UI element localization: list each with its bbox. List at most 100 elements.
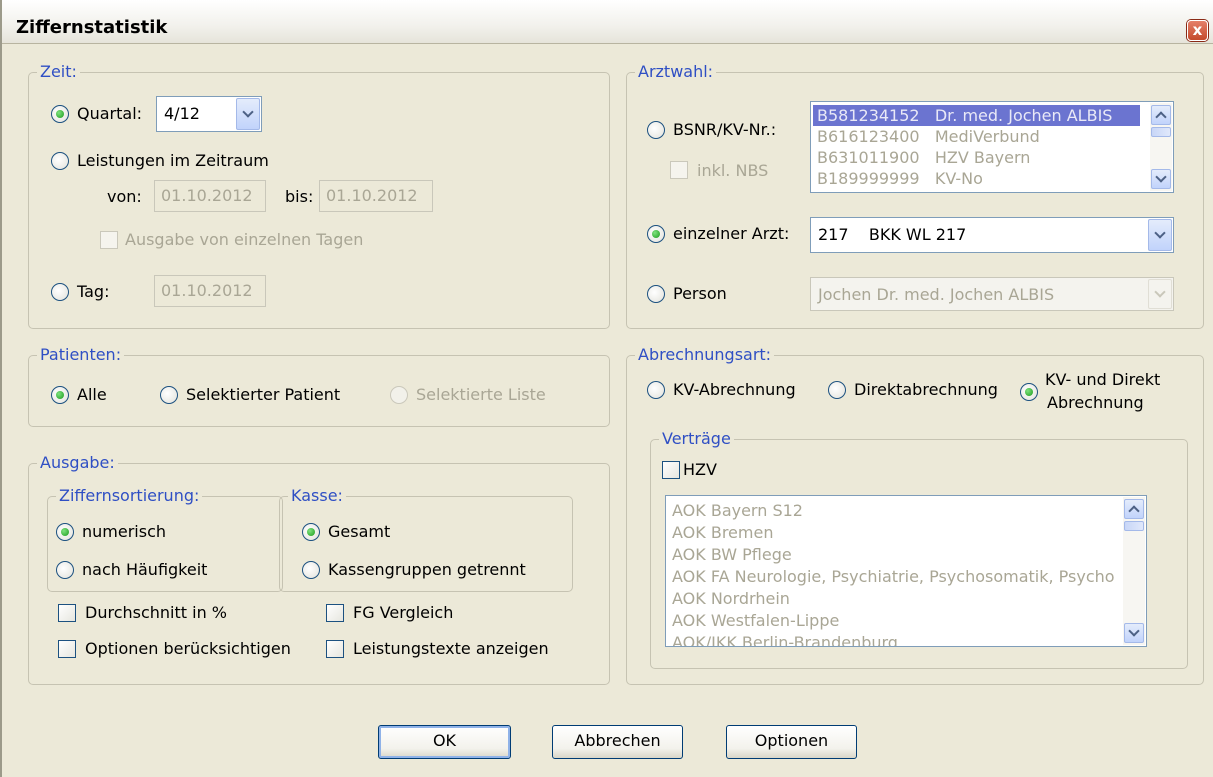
hzv-checkbox[interactable]	[662, 461, 680, 479]
vertrag-list-item[interactable]: AOK FA Neurologie, Psychiatrie, Psychoso…	[672, 566, 1115, 587]
direktabrechnung-radio[interactable]	[828, 381, 846, 399]
bsnr-label[interactable]: BSNR/KV-Nr.:	[673, 120, 776, 140]
bsnr-name: HZV Bayern	[934, 148, 1031, 167]
einzelner-arzt-label[interactable]: einzelner Arzt:	[673, 224, 789, 244]
optionen-button[interactable]: Optionen	[726, 725, 857, 759]
hzv-label[interactable]: HZV	[683, 460, 717, 480]
fg-vergleich-checkbox[interactable]	[326, 604, 344, 622]
einzelner-arzt-dropdown-button[interactable]	[1148, 219, 1172, 251]
leistungen-zeitraum-label[interactable]: Leistungen im Zeitraum	[77, 151, 269, 171]
zeit-group-label: Zeit:	[37, 61, 80, 83]
patienten-group-label: Patienten:	[37, 344, 125, 366]
bsnr-name: Dr. med. Jochen ALBIS	[934, 106, 1113, 125]
vertraege-scrollbar[interactable]	[1123, 497, 1145, 645]
vertrag-list-item[interactable]: AOK/IKK Berlin-Brandenburg	[672, 632, 898, 646]
person-label[interactable]: Person	[673, 284, 727, 304]
durchschnitt-label[interactable]: Durchschnitt in %	[85, 603, 227, 623]
fg-vergleich-label[interactable]: FG Vergleich	[353, 603, 453, 623]
abrechnungsart-group: Abrechnungsart: KV-Abrechnung Direktabre…	[626, 344, 1204, 685]
scroll-up-button[interactable]	[1124, 499, 1144, 519]
einzelner-arzt-radio[interactable]	[647, 225, 665, 243]
von-date-field[interactable]: 01.10.2012	[154, 180, 266, 212]
bis-date-field[interactable]: 01.10.2012	[319, 180, 433, 212]
vertrag-list-item[interactable]: AOK Nordrhein	[672, 588, 790, 609]
kassengruppen-label[interactable]: Kassengruppen getrennt	[328, 560, 526, 580]
optionen-beruecksichtigen-checkbox[interactable]	[58, 640, 76, 658]
vertraege-group: Verträge HZV AOK Bayern S12 AOK Bremen A…	[650, 428, 1188, 669]
scroll-thumb[interactable]	[1151, 127, 1171, 137]
scroll-up-button[interactable]	[1151, 105, 1171, 125]
selektierte-liste-radio[interactable]	[390, 386, 408, 404]
durchschnitt-checkbox[interactable]	[58, 604, 76, 622]
close-icon: x	[1192, 21, 1203, 39]
chevron-down-icon	[1128, 625, 1140, 637]
kv-abrechnung-label[interactable]: KV-Abrechnung	[673, 380, 796, 400]
bsnr-list-item[interactable]: B616123400 MediVerbund	[817, 126, 1040, 147]
ausgabe-group-label: Ausgabe:	[37, 452, 118, 474]
chevron-down-icon	[242, 106, 254, 118]
bsnr-code: B581234152	[817, 106, 920, 125]
bsnr-list-item[interactable]: B189999999 KV-No	[817, 168, 983, 189]
numerisch-label[interactable]: numerisch	[82, 522, 166, 542]
vertrag-list-item[interactable]: AOK Bremen	[672, 522, 773, 543]
bsnr-scrollbar[interactable]	[1150, 103, 1172, 191]
einzelner-arzt-dropdown[interactable]: 217 BKK WL 217	[810, 217, 1174, 253]
tag-radio[interactable]	[51, 283, 69, 301]
person-dropdown-button[interactable]	[1148, 279, 1172, 309]
gesamt-label[interactable]: Gesamt	[328, 522, 390, 542]
title-bar: Ziffernstatistik x	[2, 0, 1213, 44]
alle-label[interactable]: Alle	[77, 385, 107, 405]
person-radio[interactable]	[647, 285, 665, 303]
person-dropdown[interactable]: Jochen Dr. med. Jochen ALBIS	[810, 277, 1174, 311]
haeufigkeit-label[interactable]: nach Häufigkeit	[82, 560, 207, 580]
quartal-dropdown[interactable]: 4/12	[156, 96, 262, 132]
selektierter-patient-label[interactable]: Selektierter Patient	[186, 385, 340, 405]
kassengruppen-radio[interactable]	[302, 561, 320, 579]
scroll-down-button[interactable]	[1124, 623, 1144, 643]
vertraege-group-label: Verträge	[659, 428, 734, 450]
alle-radio[interactable]	[51, 386, 69, 404]
quartal-label[interactable]: Quartal:	[77, 104, 142, 124]
bsnr-list-item[interactable]: B581234152 Dr. med. Jochen ALBIS	[813, 105, 1140, 126]
tag-label[interactable]: Tag:	[77, 282, 109, 302]
chevron-down-icon	[1154, 286, 1166, 298]
optionen-beruecksichtigen-label[interactable]: Optionen berücksichtigen	[85, 639, 291, 659]
kasse-group: Kasse: Gesamt Kassengruppen getrennt	[279, 485, 573, 592]
kv-abrechnung-radio[interactable]	[647, 381, 665, 399]
scroll-down-button[interactable]	[1151, 169, 1171, 189]
direktabrechnung-label[interactable]: Direktabrechnung	[854, 380, 998, 400]
vertrag-list-item[interactable]: AOK BW Pflege	[672, 544, 792, 565]
scroll-thumb[interactable]	[1124, 521, 1144, 531]
ok-button[interactable]: OK	[378, 725, 511, 759]
quartal-dropdown-button[interactable]	[236, 98, 260, 130]
haeufigkeit-radio[interactable]	[56, 561, 74, 579]
kasse-label: Kasse:	[288, 485, 346, 507]
chevron-up-icon	[1128, 505, 1140, 517]
kv-direkt-label-line1[interactable]: KV- und Direkt	[1045, 370, 1160, 390]
bsnr-code: B189999999	[817, 169, 920, 188]
leistungstexte-label[interactable]: Leistungstexte anzeigen	[353, 639, 549, 659]
chevron-down-icon	[1154, 227, 1166, 239]
gesamt-radio[interactable]	[302, 523, 320, 541]
bsnr-radio[interactable]	[647, 121, 665, 139]
kv-direkt-radio[interactable]	[1020, 383, 1038, 401]
leistungen-zeitraum-radio[interactable]	[51, 152, 69, 170]
vertraege-listbox[interactable]: AOK Bayern S12 AOK Bremen AOK BW Pflege …	[665, 495, 1147, 647]
abbrechen-button[interactable]: Abbrechen	[552, 725, 683, 759]
selektierter-patient-radio[interactable]	[160, 386, 178, 404]
bsnr-name: MediVerbund	[934, 127, 1040, 146]
quartal-radio[interactable]	[51, 105, 69, 123]
tag-date-field[interactable]: 01.10.2012	[154, 275, 266, 307]
numerisch-radio[interactable]	[56, 523, 74, 541]
close-button[interactable]: x	[1187, 20, 1208, 41]
vertrag-list-item[interactable]: AOK Westfalen-Lippe	[672, 610, 839, 631]
patienten-group: Patienten: Alle Selektierter Patient Sel…	[28, 344, 610, 427]
inkl-nbs-checkbox[interactable]	[670, 161, 688, 179]
leistungstexte-checkbox[interactable]	[326, 640, 344, 658]
bsnr-listbox[interactable]: B581234152 Dr. med. Jochen ALBIS B616123…	[810, 101, 1174, 193]
vertrag-list-item[interactable]: AOK Bayern S12	[672, 500, 803, 521]
einzelne-tage-checkbox[interactable]	[100, 231, 118, 249]
kv-direkt-label-line2[interactable]: Abrechnung	[1047, 393, 1144, 413]
bis-label: bis:	[285, 187, 314, 206]
bsnr-list-item[interactable]: B631011900 HZV Bayern	[817, 147, 1030, 168]
